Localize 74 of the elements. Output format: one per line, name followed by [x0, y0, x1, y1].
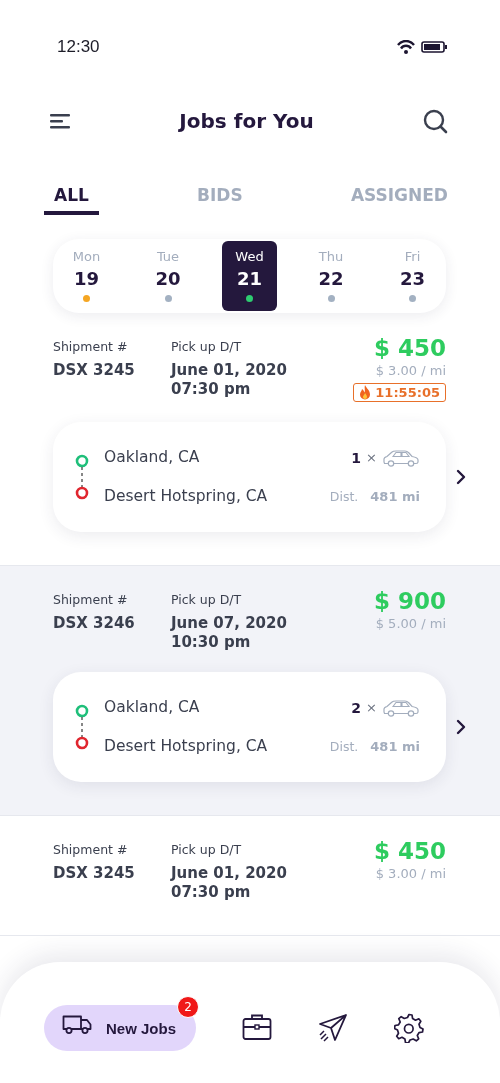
job-listing[interactable]: Shipment # DSX 3245 Pick up D/T June 01, 2020 07:30 pm $ 450 $ 3.00 / mi — [0, 816, 500, 936]
price: $ 900 — [373, 588, 446, 614]
route-line-icon — [75, 454, 89, 500]
pickup-date: June 01, 2020 — [171, 864, 288, 883]
wifi-icon — [397, 40, 415, 54]
field-label: Pick up D/T — [171, 339, 243, 354]
job-listing[interactable]: Shipment # DSX 3246 Pick up D/T June 07, 2020 10:30 pm $ 900 $ 5.00 / mi Oakland, CA Desert Hotspring, CA 2 × Dist. 481 mi — [0, 566, 500, 816]
date-number: 19 — [73, 268, 100, 289]
distance-value: 481 mi — [370, 739, 420, 754]
briefcase-icon — [242, 1013, 273, 1043]
price: $ 450 — [373, 838, 446, 864]
car-icon — [382, 698, 420, 717]
menu-icon — [50, 113, 70, 129]
date-item[interactable]: Mon 19 — [59, 241, 114, 311]
price: $ 450 — [373, 335, 446, 361]
menu-button[interactable] — [50, 113, 70, 129]
rate-per-mile: $ 5.00 / mi — [375, 616, 446, 631]
destination-city: Desert Hotspring, CA — [104, 486, 269, 507]
destination-city: Desert Hotspring, CA — [104, 736, 269, 757]
times-sign: × — [366, 700, 377, 715]
shipment-number: DSX 3245 — [53, 864, 136, 883]
weekday-label: Wed — [235, 249, 264, 264]
weekday-label: Thu — [318, 249, 344, 264]
settings-icon — [394, 1013, 425, 1043]
date-number: 21 — [236, 268, 263, 289]
distance-label: Dist. — [329, 739, 359, 754]
pickup-time: 07:30 pm — [171, 380, 252, 399]
chevron-right-icon — [456, 469, 466, 485]
pickup-date: June 01, 2020 — [171, 361, 288, 380]
rate-per-mile: $ 3.00 / mi — [375, 363, 446, 378]
field-label: Pick up D/T — [171, 592, 243, 607]
field-label: Shipment # — [53, 592, 129, 607]
pickup-date: June 07, 2020 — [171, 614, 288, 633]
pickup-time: 10:30 pm — [171, 633, 252, 652]
distance-label: Dist. — [329, 489, 359, 504]
car-icon — [382, 448, 420, 467]
job-listing[interactable]: Shipment # DSX 3245 Pick up D/T June 01, 2020 07:30 pm $ 450 $ 3.00 / mi 11:55:05 Oakland, CA Desert Hotspring, CA 1 × Dist. 481 mi — [0, 313, 500, 566]
page-title: Jobs for You — [179, 109, 314, 133]
battery-icon — [421, 41, 447, 53]
origin-city: Oakland, CA — [104, 697, 201, 718]
open-job-button[interactable] — [456, 469, 466, 485]
date-number: 20 — [155, 268, 181, 289]
field-label: Shipment # — [53, 842, 129, 857]
selected-date[interactable]: Wed 21 — [222, 241, 277, 311]
date-number: 23 — [399, 268, 426, 289]
shipment-number: DSX 3245 — [53, 361, 136, 380]
route-line-icon — [75, 704, 89, 750]
date-number: 22 — [318, 268, 344, 289]
vehicle-count: 1 — [351, 449, 362, 466]
pickup-time: 07:30 pm — [171, 883, 252, 902]
status-time: 12:30 — [57, 37, 100, 57]
open-job-button[interactable] — [456, 719, 466, 735]
search-icon — [423, 108, 448, 134]
weekday-label: Fri — [404, 249, 421, 264]
date-item[interactable]: Thu 22 — [303, 241, 359, 311]
notification-badge: 2 — [177, 996, 200, 1018]
origin-city: Oakland, CA — [104, 447, 201, 468]
distance-value: 481 mi — [370, 489, 420, 504]
weekday-label: Tue — [156, 249, 180, 264]
paper-plane-icon — [318, 1013, 349, 1043]
date-item[interactable]: Tue 20 — [140, 241, 196, 311]
field-label: Shipment # — [53, 339, 129, 354]
weekday-label: Mon — [72, 249, 101, 264]
shipment-number: DSX 3246 — [53, 614, 136, 633]
fire-icon — [359, 385, 372, 400]
tab[interactable]: ALL — [44, 179, 99, 215]
timer-badge: 11:55:05 — [353, 383, 446, 402]
chevron-right-icon — [456, 719, 466, 735]
search-button[interactable] — [423, 108, 448, 134]
rate-per-mile: $ 3.00 / mi — [375, 866, 446, 881]
field-label: Pick up D/T — [171, 842, 243, 857]
times-sign: × — [366, 450, 377, 465]
vehicle-count: 2 — [351, 699, 362, 716]
date-item[interactable]: Fri 23 — [385, 241, 440, 311]
